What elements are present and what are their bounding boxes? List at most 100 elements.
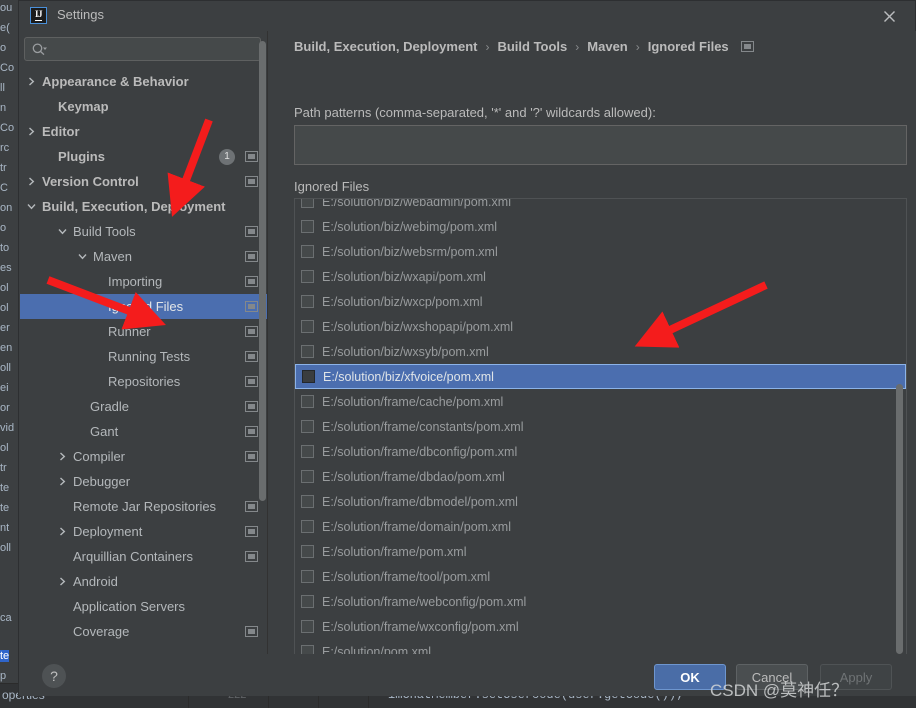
chevron-down-icon[interactable] (57, 226, 68, 237)
ignored-file-row[interactable]: E:/solution/biz/webimg/pom.xml (295, 214, 906, 239)
file-checkbox[interactable] (301, 595, 314, 608)
ide-background-text: to (0, 242, 10, 254)
sidebar-item-debugger[interactable]: Debugger (20, 469, 268, 494)
ide-background-text: ll (0, 82, 5, 94)
sidebar-item-build-execution-deployment[interactable]: Build, Execution, Deployment (20, 194, 268, 219)
ignored-file-row[interactable]: E:/solution/frame/constants/pom.xml (295, 414, 906, 439)
sidebar-item-running-tests[interactable]: Running Tests (20, 344, 268, 369)
project-config-icon (245, 551, 258, 562)
chevron-right-icon[interactable] (57, 526, 68, 537)
search-box[interactable] (24, 37, 261, 62)
sidebar-item-deployment[interactable]: Deployment (20, 519, 268, 544)
file-checkbox[interactable] (301, 320, 314, 333)
ignored-file-row[interactable]: E:/solution/biz/wxapi/pom.xml (295, 264, 906, 289)
ide-background-text: Co (0, 122, 15, 134)
ignored-file-row[interactable]: E:/solution/biz/wxsyb/pom.xml (295, 339, 906, 364)
ignored-file-row[interactable]: E:/solution/frame/cache/pom.xml (295, 389, 906, 414)
ignored-file-row[interactable]: E:/solution/frame/domain/pom.xml (295, 514, 906, 539)
file-checkbox[interactable] (301, 545, 314, 558)
file-checkbox[interactable] (301, 420, 314, 433)
breadcrumb-item[interactable]: Maven (587, 39, 627, 54)
chevron-right-icon[interactable] (26, 176, 37, 187)
chevron-right-icon[interactable] (57, 451, 68, 462)
search-input[interactable] (51, 38, 260, 62)
sidebar-item-ignored-files[interactable]: Ignored Files (20, 294, 268, 319)
ignored-file-row[interactable]: E:/solution/frame/wxconfig/pom.xml (295, 614, 906, 639)
ide-background-text: te (0, 650, 10, 662)
sidebar-item-compiler[interactable]: Compiler (20, 444, 268, 469)
sidebar-scrollbar[interactable] (259, 41, 266, 501)
sidebar-item-gradle[interactable]: Gradle (20, 394, 268, 419)
breadcrumb-separator: › (635, 39, 640, 54)
file-path-label: E:/solution/frame/domain/pom.xml (322, 519, 511, 534)
chevron-down-icon[interactable] (26, 201, 37, 212)
sidebar-item-coverage[interactable]: Coverage (20, 619, 268, 644)
sidebar-item-arquillian-containers[interactable]: Arquillian Containers (20, 544, 268, 569)
sidebar-item-keymap[interactable]: Keymap (20, 94, 268, 119)
sidebar-item-repositories[interactable]: Repositories (20, 369, 268, 394)
ignored-file-row[interactable]: E:/solution/frame/pom.xml (295, 539, 906, 564)
file-checkbox[interactable] (301, 395, 314, 408)
sidebar-item-label: Editor (42, 124, 80, 139)
chevron-right-icon[interactable] (26, 76, 37, 87)
chevron-right-icon[interactable] (26, 126, 37, 137)
file-checkbox[interactable] (301, 470, 314, 483)
breadcrumb-item[interactable]: Build Tools (497, 39, 567, 54)
file-checkbox[interactable] (301, 220, 314, 233)
sidebar-item-appearance-behavior[interactable]: Appearance & Behavior (20, 69, 268, 94)
sidebar-item-android[interactable]: Android (20, 569, 268, 594)
breadcrumb-separator: › (575, 39, 580, 54)
project-config-icon (245, 626, 258, 637)
apply-button[interactable]: Apply (820, 664, 892, 690)
sidebar-item-label: Gradle (90, 399, 130, 414)
file-checkbox[interactable] (301, 570, 314, 583)
ignored-file-row[interactable]: E:/solution/biz/xfvoice/pom.xml (295, 364, 906, 389)
chevron-right-icon[interactable] (57, 576, 68, 587)
file-path-label: E:/solution/biz/webimg/pom.xml (322, 219, 498, 234)
sidebar-item-importing[interactable]: Importing (20, 269, 268, 294)
ignored-file-row[interactable]: E:/solution/frame/webconfig/pom.xml (295, 589, 906, 614)
sidebar-item-label: Plugins (58, 149, 105, 164)
breadcrumb-item[interactable]: Ignored Files (648, 39, 729, 54)
ignored-file-row[interactable]: E:/solution/biz/webadmin/pom.xml (295, 199, 906, 214)
file-checkbox[interactable] (301, 295, 314, 308)
ok-button[interactable]: OK (654, 664, 726, 690)
sidebar-item-label: Appearance & Behavior (42, 74, 189, 89)
sidebar-item-editor[interactable]: Editor (20, 119, 268, 144)
file-checkbox[interactable] (301, 520, 314, 533)
file-checkbox[interactable] (301, 345, 314, 358)
ignored-file-row[interactable]: E:/solution/biz/wxcp/pom.xml (295, 289, 906, 314)
file-checkbox[interactable] (301, 620, 314, 633)
sidebar-item-label: Build Tools (73, 224, 136, 239)
breadcrumb-item[interactable]: Build, Execution, Deployment (294, 39, 477, 54)
file-checkbox[interactable] (301, 199, 314, 208)
ignored-file-row[interactable]: E:/solution/biz/websrm/pom.xml (295, 239, 906, 264)
ignored-file-row[interactable]: E:/solution/biz/wxshopapi/pom.xml (295, 314, 906, 339)
chevron-down-icon[interactable] (77, 251, 88, 262)
ide-background-text: ei (0, 382, 9, 394)
sidebar-item-gant[interactable]: Gant (20, 419, 268, 444)
sidebar-item-remote-jar-repositories[interactable]: Remote Jar Repositories (20, 494, 268, 519)
path-patterns-input[interactable] (295, 126, 906, 164)
sidebar-item-plugins[interactable]: Plugins 1 (20, 144, 268, 169)
ignored-file-row[interactable]: E:/solution/frame/tool/pom.xml (295, 564, 906, 589)
chevron-right-icon[interactable] (57, 476, 68, 487)
close-icon[interactable] (871, 3, 907, 29)
ignored-file-row[interactable]: E:/solution/frame/dbconfig/pom.xml (295, 439, 906, 464)
file-checkbox[interactable] (301, 245, 314, 258)
help-icon[interactable]: ? (42, 664, 66, 688)
path-patterns-field[interactable] (294, 125, 907, 165)
sidebar-item-version-control[interactable]: Version Control (20, 169, 268, 194)
file-checkbox[interactable] (302, 370, 315, 383)
file-checkbox[interactable] (301, 445, 314, 458)
sidebar-item-application-servers[interactable]: Application Servers (20, 594, 268, 619)
cancel-button[interactable]: Cancel (736, 664, 808, 690)
files-scrollbar[interactable] (896, 384, 903, 654)
sidebar-item-maven[interactable]: Maven (20, 244, 268, 269)
ignored-file-row[interactable]: E:/solution/frame/dbdao/pom.xml (295, 464, 906, 489)
ignored-file-row[interactable]: E:/solution/frame/dbmodel/pom.xml (295, 489, 906, 514)
file-checkbox[interactable] (301, 495, 314, 508)
sidebar-item-build-tools[interactable]: Build Tools (20, 219, 268, 244)
file-checkbox[interactable] (301, 270, 314, 283)
sidebar-item-runner[interactable]: Runner (20, 319, 268, 344)
